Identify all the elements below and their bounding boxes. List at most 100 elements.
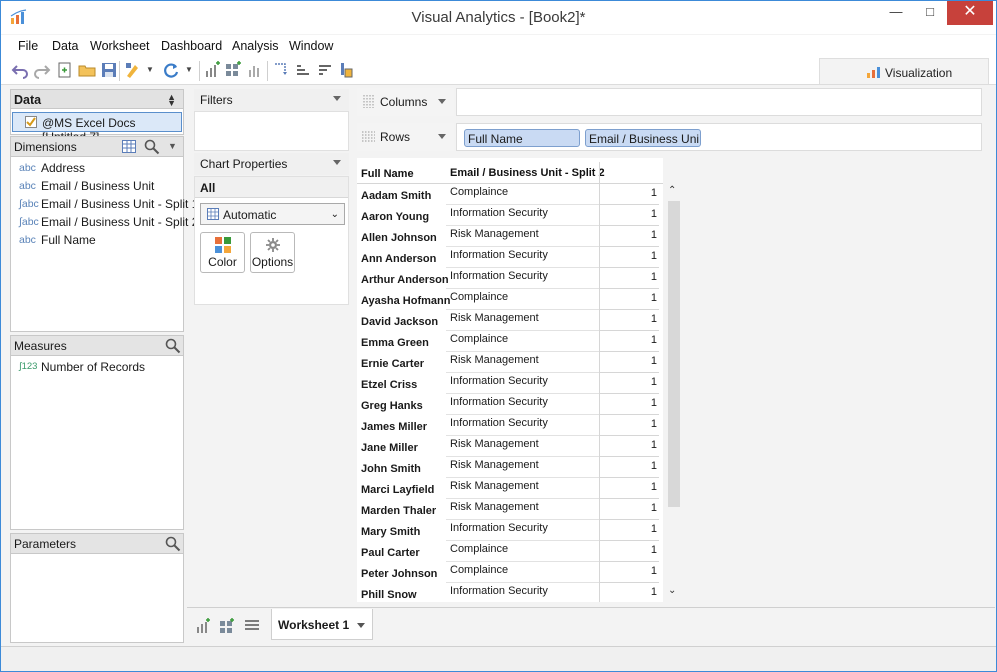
- column-header-full-name[interactable]: Full Name: [361, 168, 414, 180]
- dimensions-menu-dropdown[interactable]: ▼: [168, 141, 177, 151]
- columns-label: Columns: [380, 95, 428, 109]
- undo-icon[interactable]: [11, 61, 29, 79]
- tab-worksheet-1[interactable]: Worksheet 1: [271, 609, 373, 640]
- tab-visualization[interactable]: Visualization: [819, 58, 989, 84]
- menu-window[interactable]: Window: [289, 39, 333, 53]
- new-worksheet-icon[interactable]: [203, 61, 221, 79]
- dimension-label: Full Name: [41, 233, 96, 247]
- table-row[interactable]: Emma Green Complaince 1: [357, 331, 663, 352]
- full-name-cell: Peter Johnson: [361, 568, 438, 580]
- sort-ascending-icon[interactable]: [294, 61, 312, 79]
- table-row[interactable]: Ernie Carter Risk Management 1: [357, 352, 663, 373]
- menu-data[interactable]: Data: [52, 39, 78, 53]
- search-icon[interactable]: [144, 139, 160, 155]
- dimensions-panel: Dimensions ▼ abc Address abc Email / Busin…: [10, 136, 198, 332]
- datasource-item[interactable]: @MS Excel Docs [Untitled 7]: [12, 112, 182, 144]
- search-icon[interactable]: [165, 338, 181, 354]
- rows-shelf-label[interactable]: Rows: [357, 123, 454, 151]
- swap-axes-icon[interactable]: [272, 61, 290, 79]
- column-header-business-unit[interactable]: Email / Business Unit - Split 2: [450, 167, 605, 179]
- table-row[interactable]: Ayasha Hofmann Complaince 1: [357, 289, 663, 310]
- sort-arrows-icon[interactable]: ▲ ▼: [167, 93, 176, 108]
- chevron-down-icon: [438, 99, 446, 104]
- table-row[interactable]: Aaron Young Information Security 1: [357, 205, 663, 226]
- refresh-dropdown[interactable]: ▼: [185, 65, 195, 83]
- menu-file[interactable]: File: [18, 39, 38, 53]
- save-icon[interactable]: [100, 61, 118, 79]
- business-unit-cell: Risk Management: [450, 438, 539, 450]
- search-icon[interactable]: [165, 536, 181, 552]
- mark-type-select[interactable]: Automatic ⌄: [200, 203, 345, 225]
- table-row[interactable]: Allen Johnson Risk Management 1: [357, 226, 663, 247]
- sheet-list-icon[interactable]: [244, 619, 260, 633]
- chart-properties-header[interactable]: Chart Properties: [194, 153, 349, 175]
- color-button[interactable]: Color: [200, 232, 245, 273]
- new-dashboard-icon[interactable]: [219, 618, 235, 634]
- menu-worksheet[interactable]: Worksheet: [90, 39, 150, 53]
- table-row[interactable]: Mary Smith Information Security 1: [357, 520, 663, 541]
- record-count-cell: 1: [599, 310, 659, 331]
- table-view-icon[interactable]: [122, 140, 136, 153]
- business-unit-cell: Information Security: [450, 417, 548, 429]
- new-worksheet-icon[interactable]: [195, 618, 211, 634]
- new-sheet-icon[interactable]: [56, 61, 74, 79]
- record-count-cell: 1: [599, 562, 659, 583]
- filters-drop-area[interactable]: [194, 111, 349, 151]
- table-row[interactable]: Peter Johnson Complaince 1: [357, 562, 663, 583]
- record-count-cell: 1: [599, 436, 659, 457]
- rows-pill-email-business-unit[interactable]: Email / Business Uni...: [585, 129, 701, 147]
- highlight-dropdown[interactable]: ▼: [146, 65, 156, 83]
- table-row[interactable]: Marci Layfield Risk Management 1: [357, 478, 663, 499]
- table-row[interactable]: Aadam Smith Complaince 1: [357, 184, 663, 205]
- scrollbar-thumb[interactable]: [668, 201, 680, 507]
- datasource-check-icon: [25, 116, 37, 128]
- minimize-button[interactable]: —: [879, 1, 913, 25]
- columns-shelf[interactable]: [456, 88, 982, 116]
- table-row[interactable]: Arthur Anderson Information Security 1: [357, 268, 663, 289]
- table-row[interactable]: Greg Hanks Information Security 1: [357, 394, 663, 415]
- rows-shelf[interactable]: Full Name Email / Business Uni...: [456, 123, 982, 151]
- open-folder-icon[interactable]: [78, 61, 96, 79]
- record-count-cell: 1: [599, 352, 659, 373]
- scroll-down-icon[interactable]: ⌄: [668, 585, 676, 596]
- show-me-icon[interactable]: [246, 61, 264, 79]
- full-name-cell: Allen Johnson: [361, 232, 437, 244]
- filters-header[interactable]: Filters: [194, 89, 349, 111]
- table-row[interactable]: Phill Snow Information Security 1: [357, 583, 663, 602]
- close-button[interactable]: ✕: [947, 1, 993, 25]
- toolbar-separator: [267, 61, 268, 81]
- maximize-button[interactable]: □: [913, 1, 947, 25]
- menu-bar: File Data Worksheet Dashboard Analysis W…: [1, 35, 996, 57]
- options-button[interactable]: Options: [250, 232, 295, 273]
- redo-icon[interactable]: [33, 61, 51, 79]
- business-unit-cell: Complaince: [450, 564, 509, 576]
- table-row[interactable]: Ann Anderson Information Security 1: [357, 247, 663, 268]
- table-row[interactable]: John Smith Risk Management 1: [357, 457, 663, 478]
- new-dashboard-icon[interactable]: [224, 61, 242, 79]
- full-name-cell: Aaron Young: [361, 211, 430, 223]
- table-row[interactable]: David Jackson Risk Management 1: [357, 310, 663, 331]
- app-window: Visual Analytics - [Book2]* — □ ✕ File D…: [0, 0, 997, 672]
- highlight-icon[interactable]: [124, 61, 142, 79]
- scroll-up-icon[interactable]: ⌃: [668, 185, 676, 196]
- table-scrollbar[interactable]: ⌃ ⌄: [665, 185, 681, 601]
- chevron-down-icon[interactable]: [357, 623, 365, 628]
- string-type-icon: abc: [19, 180, 36, 192]
- fit-view-icon[interactable]: [337, 61, 355, 79]
- refresh-icon[interactable]: [162, 61, 180, 79]
- columns-icon: [363, 95, 374, 108]
- columns-shelf-label[interactable]: Columns: [357, 88, 454, 116]
- dimensions-title: Dimensions: [14, 140, 77, 154]
- table-row[interactable]: Marden Thaler Risk Management 1: [357, 499, 663, 520]
- record-count-cell: 1: [599, 457, 659, 478]
- menu-analysis[interactable]: Analysis: [232, 39, 279, 53]
- sort-descending-icon[interactable]: [316, 61, 334, 79]
- scope-row[interactable]: All: [195, 177, 348, 198]
- menu-dashboard[interactable]: Dashboard: [161, 39, 222, 53]
- table-row[interactable]: Etzel Criss Information Security 1: [357, 373, 663, 394]
- rows-pill-full-name[interactable]: Full Name: [464, 129, 580, 147]
- business-unit-cell: Complaince: [450, 186, 509, 198]
- table-row[interactable]: James Miller Information Security 1: [357, 415, 663, 436]
- table-row[interactable]: Paul Carter Complaince 1: [357, 541, 663, 562]
- table-row[interactable]: Jane Miller Risk Management 1: [357, 436, 663, 457]
